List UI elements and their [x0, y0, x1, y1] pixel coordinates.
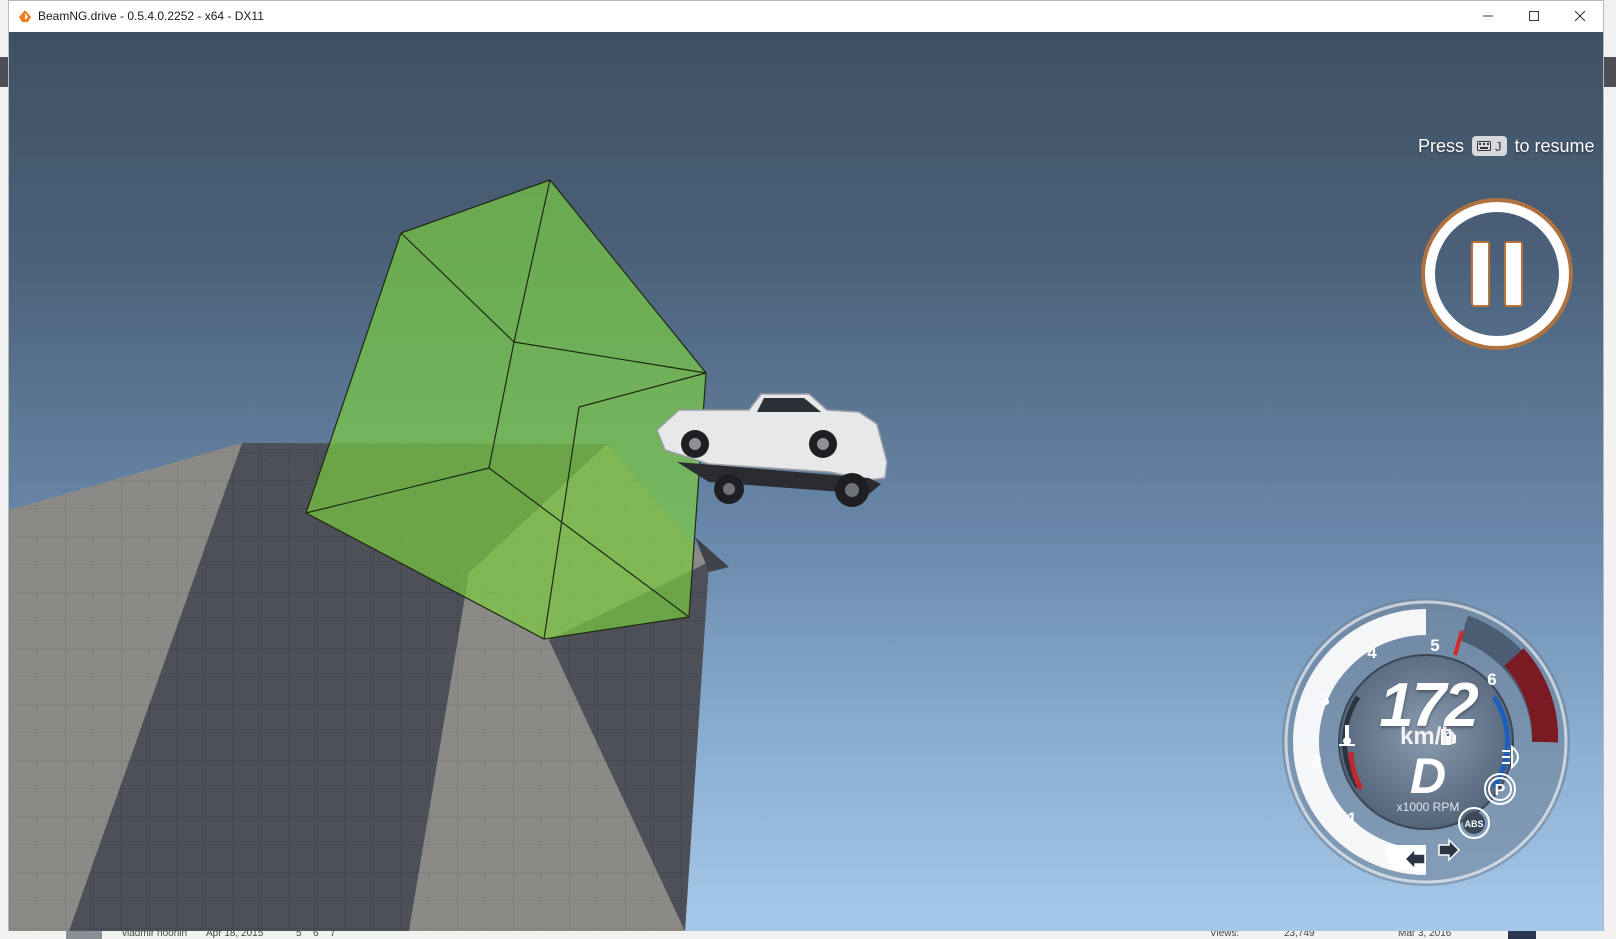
press-label: Press	[1418, 135, 1465, 156]
resume-label: to resume	[1514, 135, 1595, 156]
rpm-unit-label: x1000 RPM	[1396, 800, 1460, 814]
background-window-strip	[1604, 57, 1616, 87]
key-label: J	[1495, 138, 1502, 154]
resume-hint: Press J to resume	[1418, 133, 1595, 159]
rpm-tick-label: 2	[1312, 752, 1322, 771]
close-button[interactable]	[1557, 1, 1603, 31]
window-title: BeamNG.drive - 0.5.4.0.2252 - x64 - DX11	[38, 9, 264, 23]
keybind-badge: J	[1472, 136, 1507, 156]
pause-button[interactable]	[1420, 197, 1574, 351]
background-window-strip	[0, 57, 8, 87]
minimize-button[interactable]	[1465, 1, 1511, 31]
keyboard-icon	[1477, 141, 1492, 151]
maximize-button[interactable]	[1511, 1, 1557, 31]
rpm-tick-label: 1	[1347, 809, 1357, 828]
parking-brake-icon: P	[1484, 773, 1516, 805]
rpm-tick-label: 5	[1430, 636, 1440, 655]
close-icon	[1575, 11, 1585, 21]
gear-indicator: D	[1409, 748, 1447, 804]
rpm-tick-label: 4	[1367, 643, 1377, 662]
maximize-icon	[1529, 11, 1539, 21]
pause-icon	[1471, 241, 1523, 307]
svg-text:ABS: ABS	[1464, 819, 1483, 829]
title-bar[interactable]: BeamNG.drive - 0.5.4.0.2252 - x64 - DX11	[9, 1, 1603, 32]
rpm-tick-label: 3	[1320, 690, 1330, 709]
minimize-icon	[1483, 15, 1493, 17]
beamng-app-icon	[19, 10, 31, 22]
svg-text:P: P	[1495, 782, 1506, 799]
